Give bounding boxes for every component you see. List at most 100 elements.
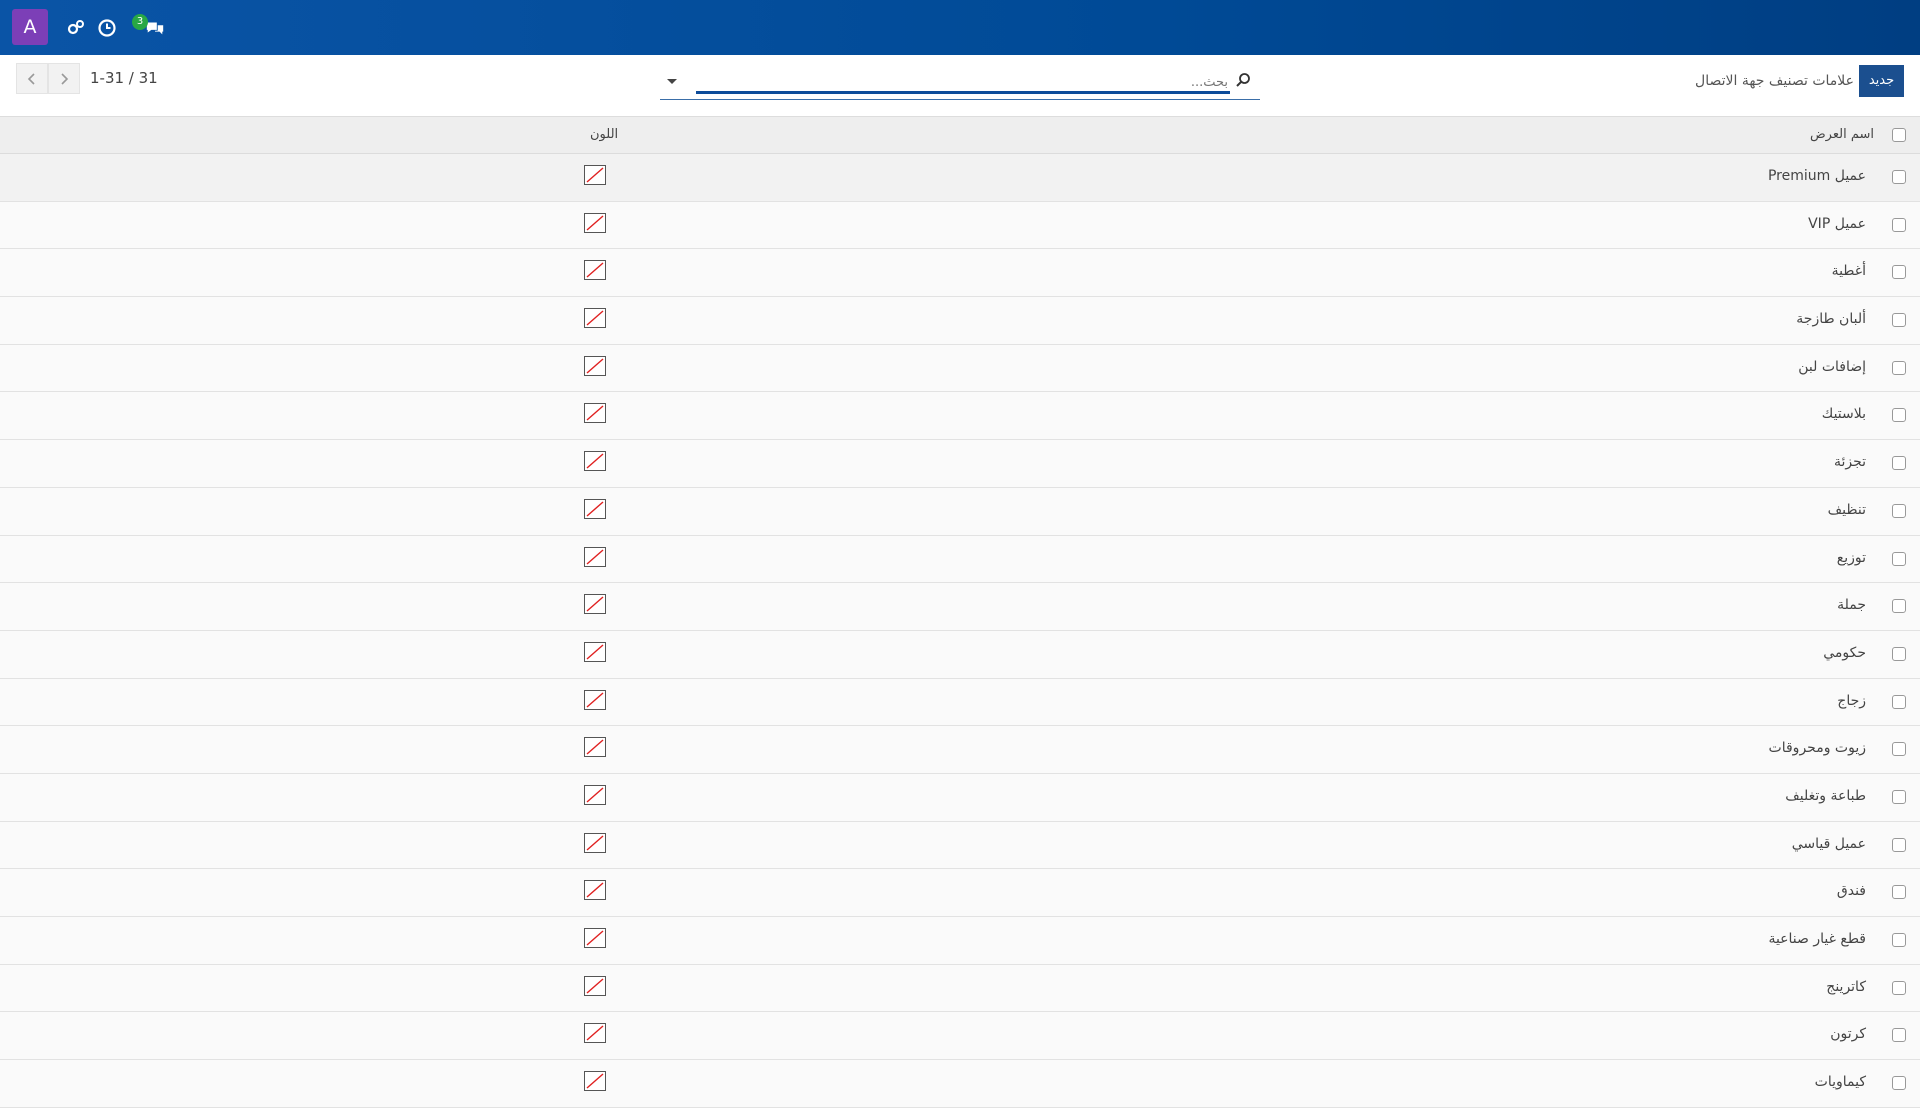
no-color-icon[interactable] [584, 928, 606, 948]
row-checkbox[interactable] [1892, 1076, 1906, 1091]
row-display-name: زجاج [1837, 692, 1866, 709]
row-checkbox[interactable] [1892, 837, 1906, 852]
row-display-name: ألبان طازجة [1796, 311, 1866, 328]
no-color-icon[interactable] [584, 165, 606, 185]
table-row[interactable]: زيوت ومحروقات [0, 726, 1920, 774]
table-row[interactable]: كرتون [0, 1012, 1920, 1061]
row-display-name: قطع غيار صناعية [1768, 931, 1866, 947]
row-checkbox[interactable] [1892, 170, 1906, 184]
row-display-name: كرتون [1830, 1026, 1866, 1043]
no-color-icon[interactable] [584, 832, 606, 853]
table-row[interactable]: جملة [0, 583, 1920, 631]
no-color-icon[interactable] [584, 260, 606, 281]
table-header: اسم العرض اللون [0, 117, 1920, 154]
table-row[interactable]: عميل قياسي [0, 821, 1920, 870]
pager-value[interactable]: 1-31 / 31 [90, 69, 158, 87]
caret-down-icon[interactable] [665, 74, 679, 88]
row-checkbox[interactable] [1892, 503, 1906, 518]
user-avatar[interactable]: A [12, 9, 48, 45]
row-checkbox[interactable] [1892, 980, 1906, 995]
search-icon [1236, 73, 1250, 87]
no-color-icon[interactable] [584, 975, 606, 996]
breadcrumb: علامات تصنيف جهة الاتصال [1695, 73, 1854, 89]
chevron-left-icon [27, 72, 35, 85]
row-display-name: عميل Premium [1767, 168, 1866, 184]
row-checkbox[interactable] [1892, 742, 1906, 757]
search-input[interactable] [696, 71, 1230, 93]
row-display-name: توزيع [1836, 549, 1866, 566]
no-color-icon[interactable] [584, 641, 606, 662]
row-checkbox[interactable] [1892, 408, 1906, 423]
row-checkbox[interactable] [1892, 1028, 1906, 1043]
table-row[interactable]: زجاج [0, 678, 1920, 727]
row-display-name: تنظيف [1827, 501, 1866, 518]
no-color-icon[interactable] [584, 546, 606, 567]
settings-icon[interactable] [65, 17, 87, 39]
row-display-name: أغطية [1831, 263, 1866, 280]
table-body: عميل Premium عميل VIP أغطية ألبان طازجة إضاف… [0, 154, 1920, 1108]
row-display-name: عميل VIP [1808, 215, 1866, 232]
no-color-icon[interactable] [584, 880, 606, 901]
pager-next-button[interactable] [48, 63, 80, 94]
no-color-icon[interactable] [584, 1023, 606, 1044]
row-display-name: بلاستيك [1821, 406, 1866, 423]
no-color-icon[interactable] [584, 594, 606, 615]
row-checkbox[interactable] [1892, 456, 1906, 471]
no-color-icon[interactable] [584, 212, 606, 233]
row-checkbox[interactable] [1892, 885, 1906, 900]
select-all-checkbox[interactable] [1892, 128, 1906, 142]
column-header-display-name[interactable]: اسم العرض [1810, 127, 1874, 142]
no-color-icon[interactable] [584, 403, 606, 424]
no-color-icon[interactable] [584, 689, 606, 710]
row-checkbox[interactable] [1892, 789, 1906, 804]
table-row[interactable]: حكومي [0, 630, 1920, 679]
column-header-color[interactable]: اللون [590, 127, 618, 142]
row-checkbox[interactable] [1892, 551, 1906, 566]
table-row[interactable]: بلاستيك [0, 392, 1920, 441]
no-color-icon[interactable] [584, 737, 606, 758]
search-box [660, 68, 1260, 100]
row-display-name: حكومي [1823, 644, 1866, 661]
row-checkbox[interactable] [1892, 217, 1906, 232]
row-checkbox[interactable] [1892, 313, 1906, 328]
table-row[interactable]: كاترينج [0, 964, 1920, 1013]
row-display-name: عميل قياسي [1791, 835, 1866, 852]
table-row[interactable]: تنظيف [0, 487, 1920, 536]
no-color-icon[interactable] [584, 451, 606, 472]
table-row[interactable]: كيماويات [0, 1060, 1920, 1108]
pager-previous-button[interactable] [16, 63, 48, 94]
new-button[interactable]: جديد [1859, 65, 1904, 97]
chat-count-badge: 3 [132, 14, 148, 30]
row-checkbox[interactable] [1892, 265, 1906, 280]
table-row[interactable]: أغطية [0, 249, 1920, 298]
row-display-name: إضافات لبن [1798, 358, 1866, 375]
table-row[interactable]: قطع غيار صناعية [0, 917, 1920, 965]
row-checkbox[interactable] [1892, 599, 1906, 614]
row-checkbox[interactable] [1892, 933, 1906, 947]
list-table: اسم العرض اللون عميل Premium عميل VIP أغطي… [0, 117, 1920, 1108]
row-display-name: تجزئة [1833, 454, 1866, 471]
table-row[interactable]: عميل Premium [0, 154, 1920, 202]
row-display-name: جملة [1837, 597, 1866, 614]
search-focus-underline [696, 91, 1230, 94]
no-color-icon[interactable] [584, 355, 606, 376]
table-row[interactable]: إضافات لبن [0, 344, 1920, 393]
row-checkbox[interactable] [1892, 360, 1906, 375]
row-display-name: كاترينج [1826, 978, 1866, 995]
control-panel: 1-31 / 31 علامات تصنيف جهة الاتصال جديد [0, 55, 1920, 117]
table-row[interactable]: توزيع [0, 535, 1920, 584]
row-display-name: زيوت ومحروقات [1768, 740, 1866, 757]
table-row[interactable]: فندق [0, 869, 1920, 917]
clock-icon[interactable] [96, 17, 118, 39]
no-color-icon[interactable] [584, 308, 606, 329]
table-row[interactable]: عميل VIP [0, 201, 1920, 250]
row-display-name: كيماويات [1814, 1074, 1866, 1091]
row-checkbox[interactable] [1892, 646, 1906, 661]
table-row[interactable]: طباعة وتغليف [0, 773, 1920, 822]
row-checkbox[interactable] [1892, 694, 1906, 709]
no-color-icon[interactable] [584, 784, 606, 805]
no-color-icon[interactable] [584, 498, 606, 519]
table-row[interactable]: ألبان طازجة [0, 297, 1920, 345]
table-row[interactable]: تجزئة [0, 440, 1920, 488]
no-color-icon[interactable] [584, 1071, 606, 1092]
